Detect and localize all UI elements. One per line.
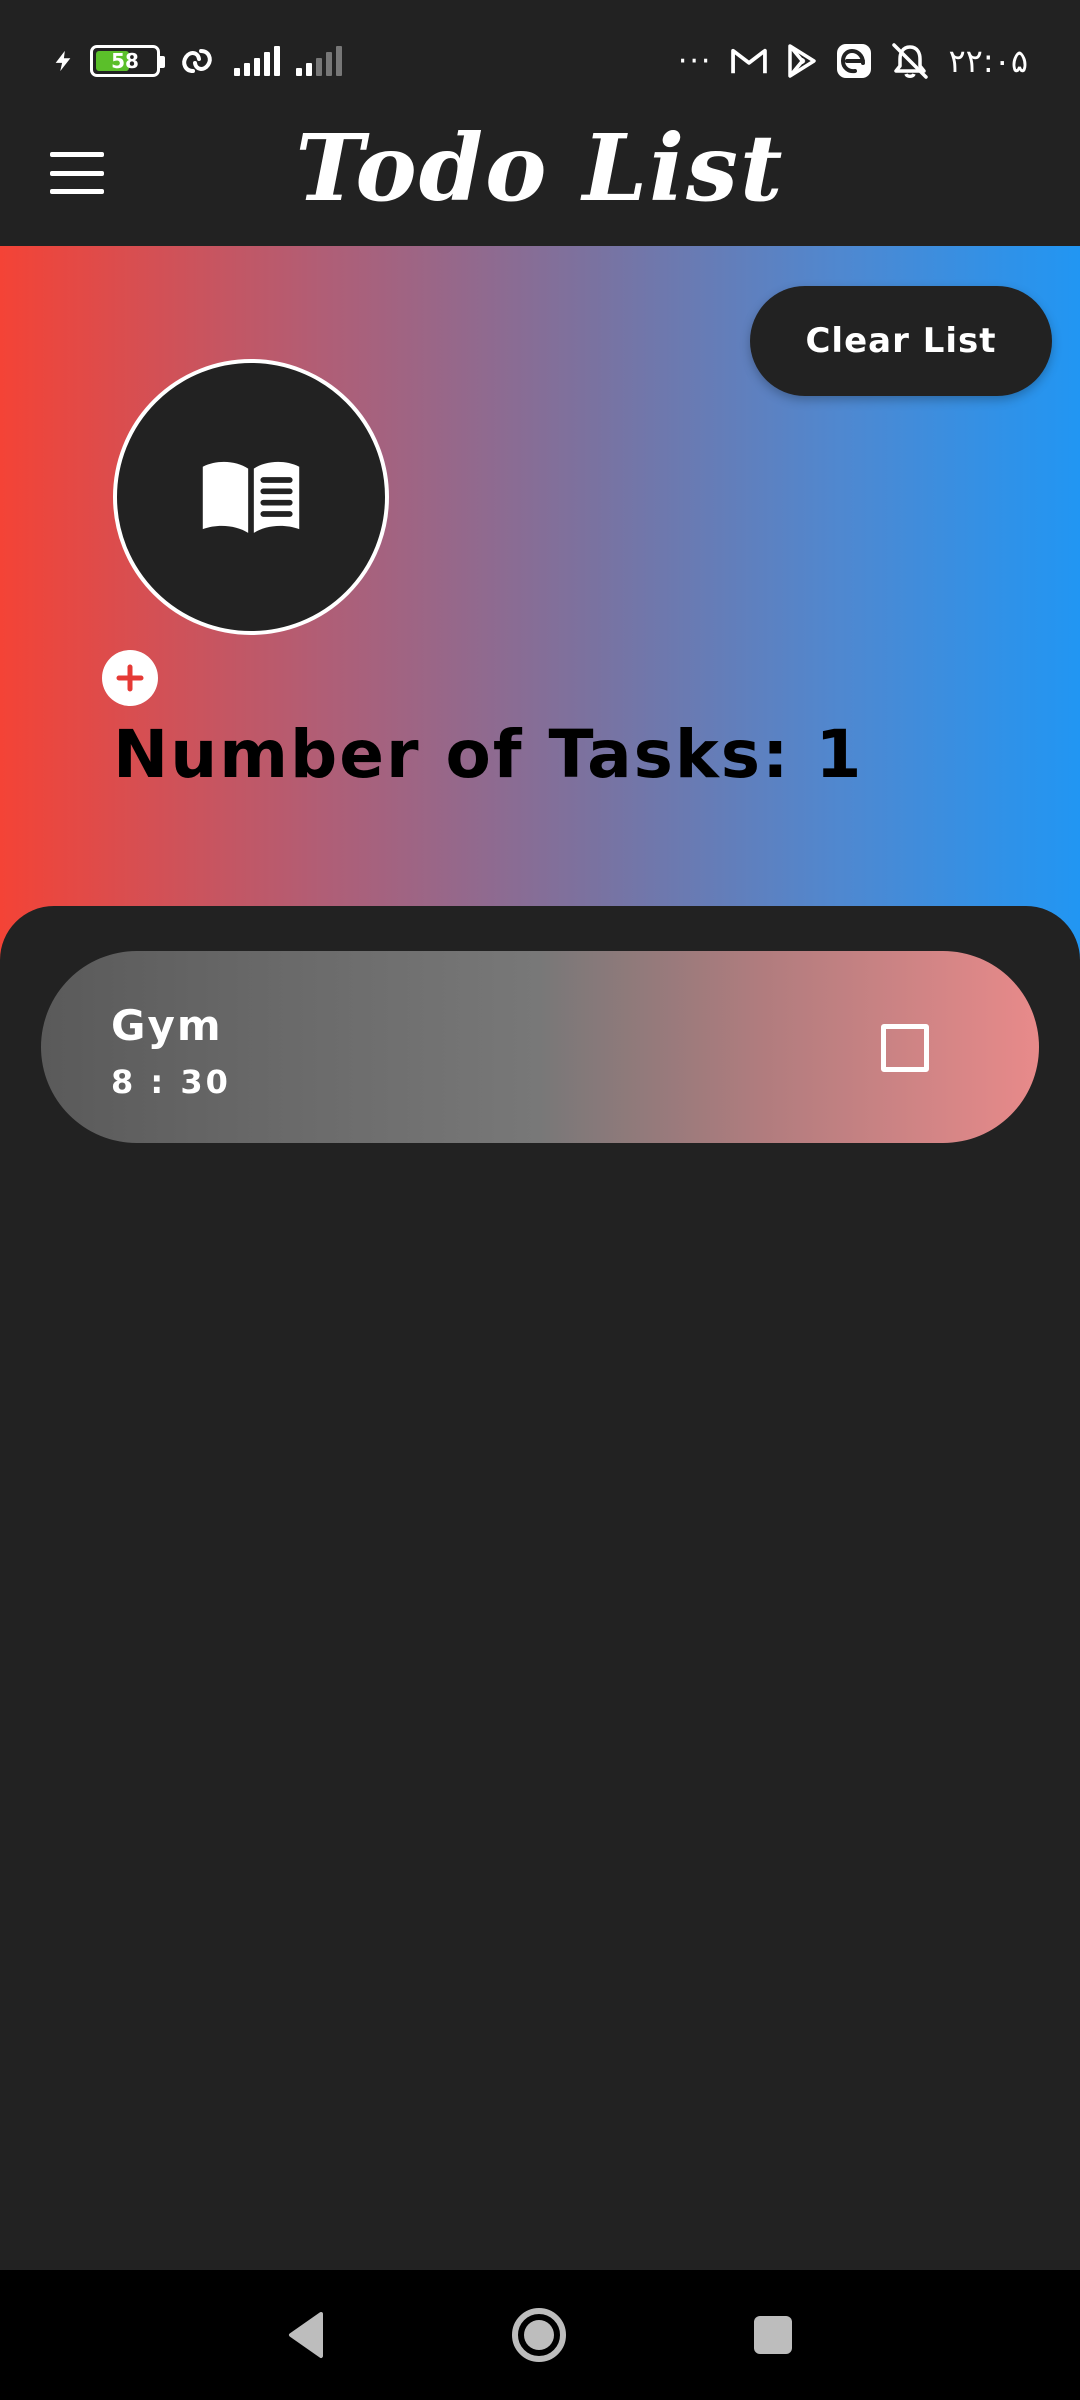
more-icon: ··· xyxy=(677,43,713,79)
charging-icon xyxy=(55,50,71,72)
alarm-off-icon xyxy=(892,43,929,79)
plus-icon xyxy=(116,664,144,692)
home-icon[interactable] xyxy=(512,2308,566,2362)
app-bar: Todo List xyxy=(0,114,1080,246)
task-list-panel: Gym 8 : 30 xyxy=(0,906,1080,2270)
play-store-icon xyxy=(788,44,817,78)
task-time: 8 : 30 xyxy=(111,1063,231,1101)
signal-icon xyxy=(296,46,342,76)
task-title: Gym xyxy=(111,1001,223,1050)
app-title: Todo List xyxy=(295,114,785,222)
back-icon[interactable] xyxy=(285,2310,325,2360)
clear-list-button[interactable]: Clear List xyxy=(750,286,1052,396)
edge-icon xyxy=(837,44,872,78)
task-checkbox[interactable] xyxy=(881,1024,929,1072)
task-card[interactable]: Gym 8 : 30 xyxy=(41,951,1039,1143)
book-icon xyxy=(202,461,300,533)
task-count: Number of Tasks: 1 xyxy=(113,716,864,793)
status-right: ··· ۲۲:۰۵ xyxy=(678,40,1028,82)
link-icon xyxy=(182,49,212,73)
recents-icon[interactable] xyxy=(754,2316,792,2354)
status-time: ۲۲:۰۵ xyxy=(948,42,1028,80)
avatar[interactable] xyxy=(113,359,389,635)
battery-icon: 58 xyxy=(90,45,165,77)
hero-header: Clear List Number of Tasks: 1 xyxy=(0,246,1080,966)
status-bar: 58 ··· ۲۲:۰۵ xyxy=(0,0,1080,120)
status-left: 58 xyxy=(52,40,342,82)
battery-percent: 58 xyxy=(111,49,139,73)
add-photo-button[interactable] xyxy=(102,650,158,706)
navigation-bar xyxy=(0,2270,1080,2400)
gmail-icon xyxy=(731,48,768,74)
signal-icon xyxy=(234,46,280,76)
